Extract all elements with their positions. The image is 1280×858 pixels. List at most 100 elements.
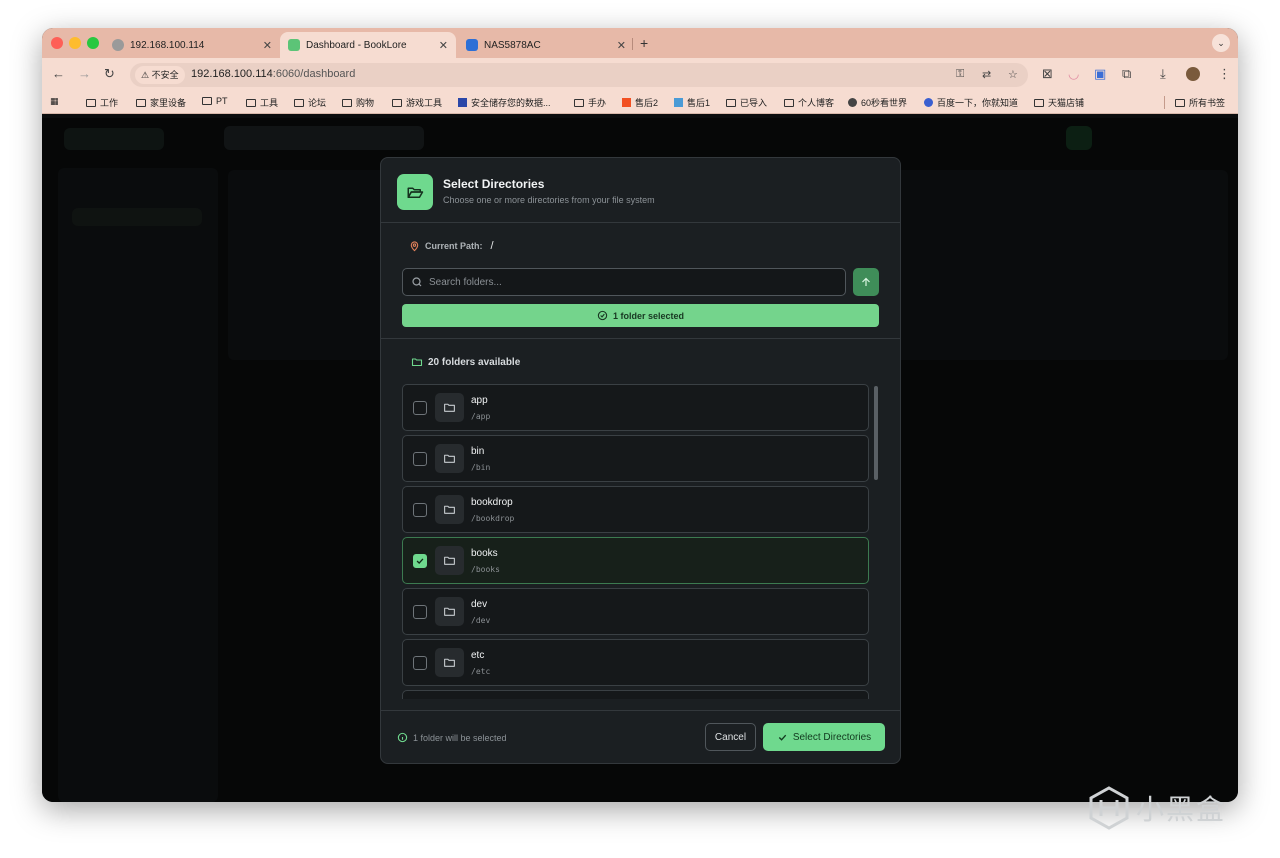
browser-toolbar: ← → ↻ ⚠ 不安全 192.168.100.114:6060/dashboa…	[42, 58, 1238, 90]
selection-count-text: 1 folder selected	[612, 310, 685, 321]
info-icon	[397, 732, 408, 743]
bookmark-link[interactable]: 百度一下，你就知道	[924, 96, 1018, 109]
dialog-subtitle: Choose one or more directories from your…	[443, 195, 655, 205]
forward-icon[interactable]: →	[78, 66, 91, 81]
bookmark-label: 售后1	[687, 98, 711, 108]
select-directories-label: Select Directories	[792, 731, 872, 743]
bookmark-folder[interactable]: 工具	[246, 96, 278, 109]
bookmark-star-icon[interactable]: ☆	[1008, 68, 1018, 81]
bookmark-folder[interactable]: 个人博客	[784, 96, 834, 109]
folder-list[interactable]: app /app bin /bin bookdrop /bookdrop boo…	[402, 383, 872, 699]
bookmark-label: 工具	[260, 98, 279, 108]
folder-item-etc[interactable]: etc /etc	[402, 639, 869, 686]
folder-checkbox[interactable]	[413, 656, 427, 670]
extensions-puzzle-icon[interactable]: ⧉	[1122, 66, 1131, 82]
more-menu-icon[interactable]: ⋮	[1218, 66, 1231, 82]
folder-checkbox-checked[interactable]	[413, 554, 427, 568]
tab-nas[interactable]: NAS5878AC ✕	[458, 32, 634, 58]
url-text[interactable]: 192.168.100.114:6060/dashboard	[191, 68, 355, 80]
folder-open-icon	[397, 174, 433, 210]
tab-dashboard[interactable]: Dashboard - BookLore ✕	[280, 32, 456, 58]
bookmark-folder[interactable]: 手办	[574, 96, 606, 109]
translate-icon[interactable]: ⇄	[982, 68, 991, 81]
parent-directory-button[interactable]	[853, 268, 879, 296]
current-path-value: /	[490, 240, 494, 252]
bookmark-label: 天猫店铺	[1048, 98, 1085, 108]
select-directories-dialog: Select Directories Choose one or more di…	[380, 157, 901, 764]
close-tab-icon[interactable]: ✕	[617, 39, 626, 52]
folder-item-books[interactable]: books /books	[402, 537, 869, 584]
folder-item-bin[interactable]: bin /bin	[402, 435, 869, 482]
security-chip[interactable]: ⚠ 不安全	[135, 66, 185, 84]
check-icon	[778, 734, 787, 741]
folder-name: bin	[471, 446, 485, 457]
folder-checkbox[interactable]	[413, 452, 427, 466]
bookmark-folder[interactable]: PT	[202, 96, 228, 106]
maximize-window-button[interactable]	[87, 37, 99, 49]
bookmark-label: 百度一下，你就知道	[937, 98, 1019, 108]
dim-search	[224, 126, 424, 150]
bookmark-link[interactable]: 售后1	[674, 96, 710, 109]
apps-grid-icon[interactable]: ▦	[50, 96, 59, 107]
search-icon	[412, 277, 422, 287]
folder-checkbox[interactable]	[413, 503, 427, 517]
reload-icon[interactable]: ↻	[104, 66, 115, 82]
bookmark-link[interactable]: 安全储存您的数据...	[458, 96, 551, 109]
bookmark-link[interactable]: 售后2	[622, 96, 658, 109]
current-path-label: Current Path:	[425, 241, 483, 251]
bookmark-folder[interactable]: 家里设备	[136, 96, 186, 109]
bookmark-label: 工作	[100, 98, 119, 108]
folder-checkbox[interactable]	[413, 401, 427, 415]
close-tab-icon[interactable]: ✕	[263, 39, 272, 52]
bookmark-label: 家里设备	[150, 98, 187, 108]
select-directories-button[interactable]: Select Directories	[763, 723, 885, 751]
close-window-button[interactable]	[51, 37, 63, 49]
folder-icon	[435, 597, 464, 626]
tab-strip: 192.168.100.114 ✕ Dashboard - BookLore ✕…	[42, 28, 1238, 58]
folder-search-box	[402, 268, 846, 296]
all-bookmarks-folder[interactable]: 所有书签	[1164, 96, 1225, 109]
new-tab-button[interactable]: +	[640, 35, 648, 51]
folder-icon	[411, 358, 423, 367]
folder-name: bookdrop	[471, 497, 513, 508]
download-icon[interactable]: ⤓	[1160, 66, 1166, 82]
folder-search-input[interactable]	[429, 269, 839, 295]
bookmark-folder[interactable]: 工作	[86, 96, 118, 109]
bookmark-label: 游戏工具	[406, 98, 443, 108]
bookmark-folder[interactable]: 天猫店铺	[1034, 96, 1084, 109]
folder-list-scrollbar[interactable]	[874, 386, 878, 480]
bookmark-folder[interactable]: 论坛	[294, 96, 326, 109]
folder-item-bookdrop[interactable]: bookdrop /bookdrop	[402, 486, 869, 533]
folder-checkbox[interactable]	[413, 605, 427, 619]
folder-icon	[435, 546, 464, 575]
extension-blue-icon[interactable]: ▣	[1094, 66, 1106, 82]
heybox-logo-icon	[1089, 786, 1129, 830]
folder-name: books	[471, 548, 498, 559]
extension-icon[interactable]: ⊠	[1042, 66, 1053, 82]
close-tab-icon[interactable]: ✕	[439, 39, 448, 52]
back-icon[interactable]: ←	[52, 66, 65, 81]
folder-path: /etc	[471, 667, 491, 676]
minimize-window-button[interactable]	[69, 37, 81, 49]
bookmark-folder[interactable]: 购物	[342, 96, 374, 109]
dim-action	[1066, 126, 1092, 150]
bookmark-link[interactable]: 60秒看世界	[848, 96, 907, 109]
url-path: :6060/dashboard	[272, 68, 356, 80]
cancel-button[interactable]: Cancel	[705, 723, 756, 751]
folder-item-app[interactable]: app /app	[402, 384, 869, 431]
bookmark-folder[interactable]: 游戏工具	[392, 96, 442, 109]
password-key-icon[interactable]: ⚿	[956, 68, 964, 81]
tab-search-button[interactable]: ⌄	[1212, 34, 1230, 52]
bookmark-folder[interactable]: 已导入	[726, 96, 767, 109]
globe-icon	[112, 39, 124, 51]
arrow-up-icon	[862, 277, 870, 286]
extension-cat-icon[interactable]: ◡	[1068, 66, 1079, 82]
folder-path: /app	[471, 412, 491, 421]
profile-avatar[interactable]	[1186, 67, 1200, 81]
folder-item-partial[interactable]	[402, 690, 869, 699]
tab-ip[interactable]: 192.168.100.114 ✕	[104, 32, 280, 58]
address-bar[interactable]: ⚠ 不安全 192.168.100.114:6060/dashboard ⚿ ⇄…	[130, 63, 1028, 87]
folder-name: etc	[471, 650, 485, 661]
dim-sidebar	[58, 168, 218, 802]
folder-item-dev[interactable]: dev /dev	[402, 588, 869, 635]
